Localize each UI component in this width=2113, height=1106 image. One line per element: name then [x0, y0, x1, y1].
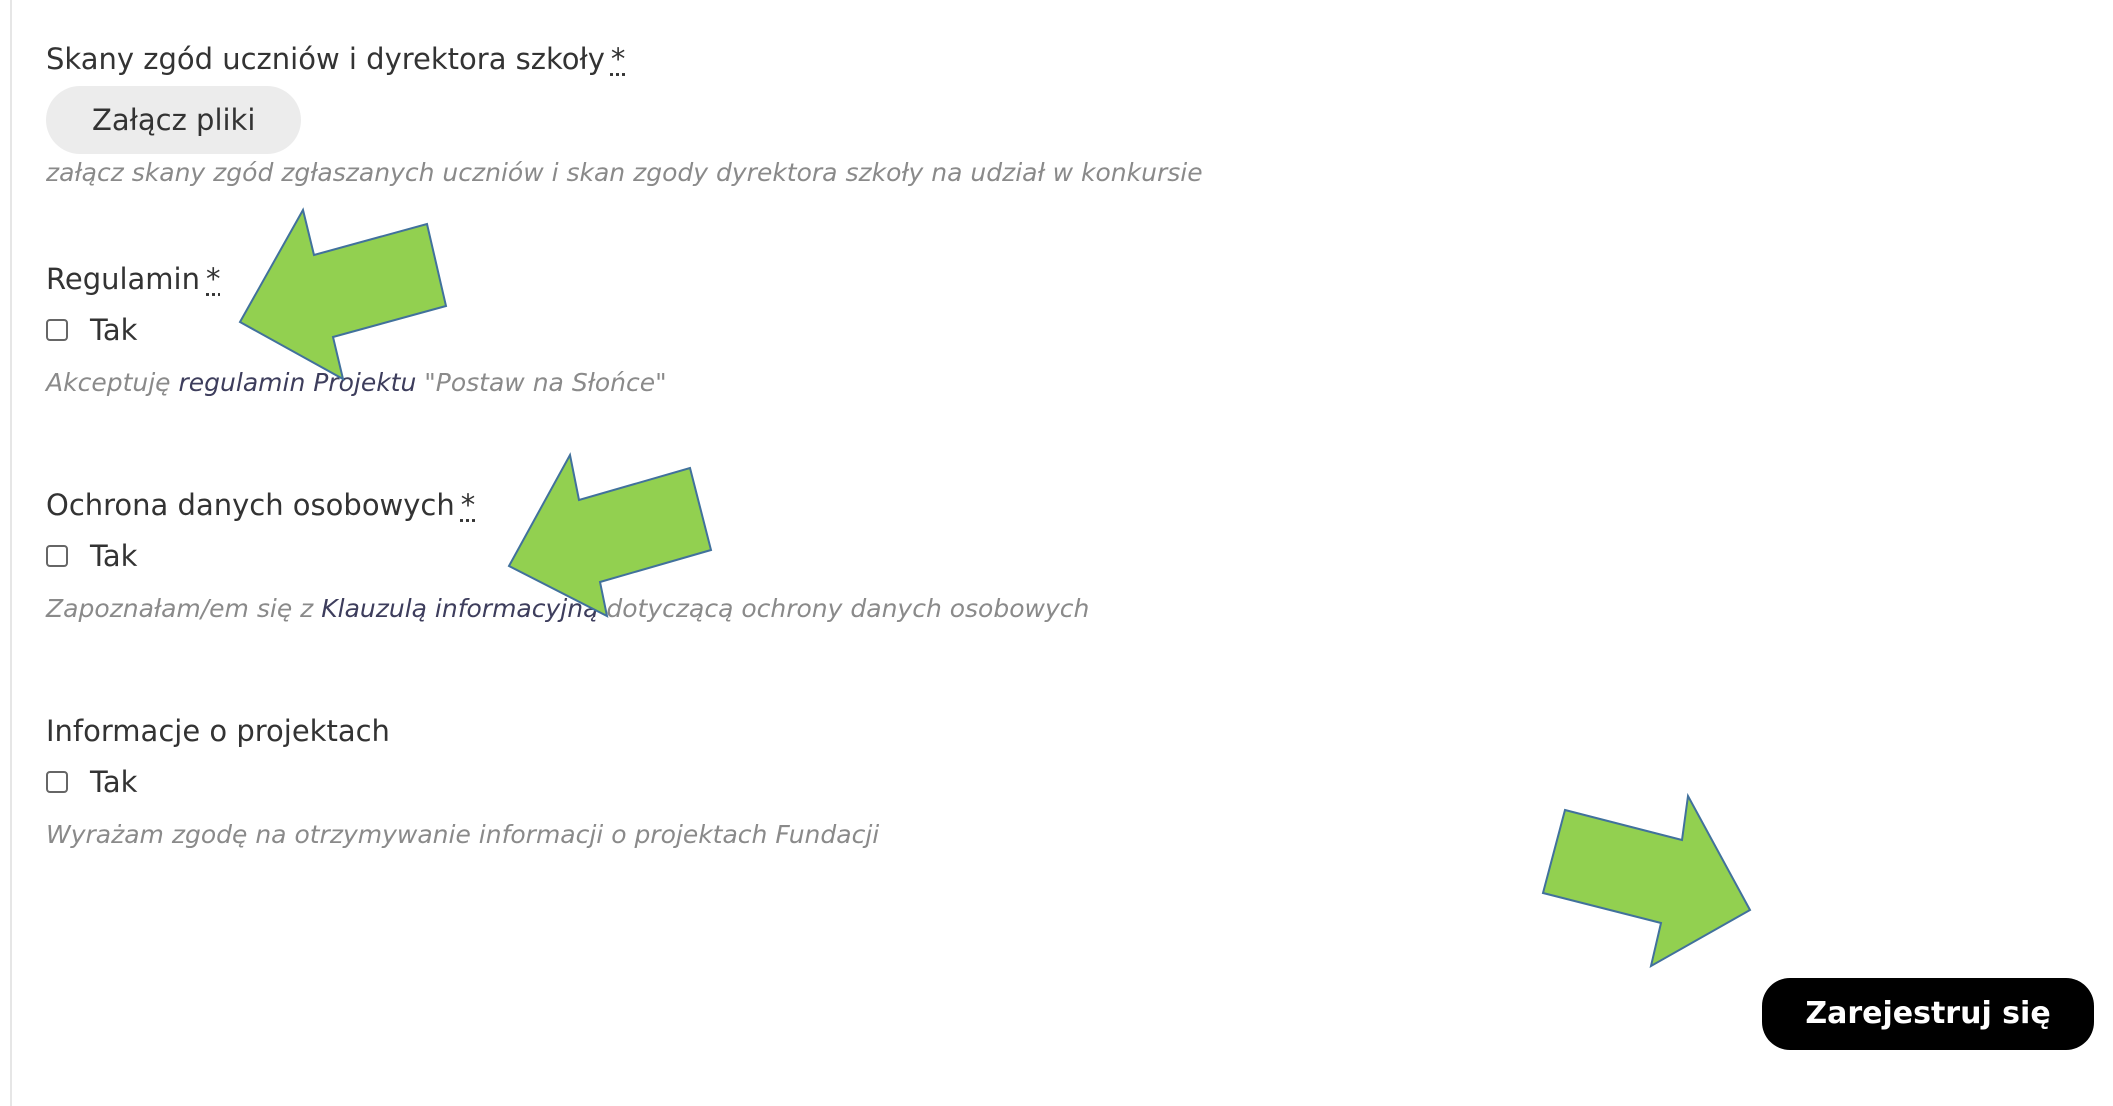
- consent-scans-hint: załącz skany zgód zgłaszanych uczniów i …: [46, 158, 1203, 187]
- regulations-hint-suffix: "Postaw na Słońce": [416, 368, 667, 397]
- regulations-hint-prefix: Akceptuję: [46, 368, 179, 397]
- data-protection-checkbox[interactable]: [46, 545, 68, 567]
- regulations-hint: Akceptuję regulamin Projektu "Postaw na …: [46, 368, 667, 397]
- required-mark: *: [460, 488, 476, 522]
- data-protection-hint-prefix: Zapoznałam/em się z: [46, 594, 322, 623]
- consent-scans-field: Skany zgód uczniów i dyrektora szkoły * Z…: [46, 42, 1203, 187]
- required-mark: *: [610, 42, 626, 76]
- required-mark: *: [206, 262, 221, 296]
- project-info-field: Informacje o projektach Tak Wyrażam zgod…: [46, 714, 879, 849]
- project-info-checkbox[interactable]: [46, 771, 68, 793]
- data-protection-hint-suffix: dotyczącą ochrony danych osobowych: [598, 594, 1090, 623]
- project-info-checkbox-row[interactable]: Tak: [46, 762, 879, 802]
- regulations-label: Regulamin *: [46, 262, 667, 296]
- data-protection-field: Ochrona danych osobowych * Tak Zapoznałam…: [46, 488, 1089, 623]
- data-protection-hint: Zapoznałam/em się z Klauzulą informacyjn…: [46, 594, 1089, 623]
- project-info-label: Informacje o projektach: [46, 714, 390, 748]
- consent-scans-label-text: Skany zgód uczniów i dyrektora szkoły: [46, 42, 605, 76]
- arrow-annotation-icon: [1541, 792, 1752, 968]
- left-border: [10, 0, 12, 1106]
- data-protection-checkbox-row[interactable]: Tak: [46, 536, 1089, 576]
- data-protection-checkbox-label[interactable]: Tak: [90, 539, 137, 573]
- project-info-checkbox-label[interactable]: Tak: [90, 765, 137, 799]
- regulations-checkbox[interactable]: [46, 319, 68, 341]
- regulations-label-text: Regulamin: [46, 262, 200, 296]
- data-protection-label: Ochrona danych osobowych *: [46, 488, 1089, 522]
- consent-scans-label: Skany zgód uczniów i dyrektora szkoły *: [46, 42, 1203, 76]
- regulations-checkbox-label[interactable]: Tak: [90, 313, 137, 347]
- regulations-field: Regulamin * Tak Akceptuję regulamin Proje…: [46, 262, 667, 397]
- register-submit-button[interactable]: Zarejestruj się: [1762, 978, 2094, 1050]
- project-info-hint: Wyrażam zgodę na otrzymywanie informacji…: [46, 820, 880, 849]
- attach-files-button[interactable]: Załącz pliki: [46, 86, 302, 154]
- regulations-checkbox-row[interactable]: Tak: [46, 310, 667, 350]
- data-protection-label-text: Ochrona danych osobowych: [46, 488, 455, 522]
- regulations-link[interactable]: regulamin Projektu: [179, 368, 417, 397]
- information-clause-link[interactable]: Klauzulą informacyjną: [321, 594, 598, 623]
